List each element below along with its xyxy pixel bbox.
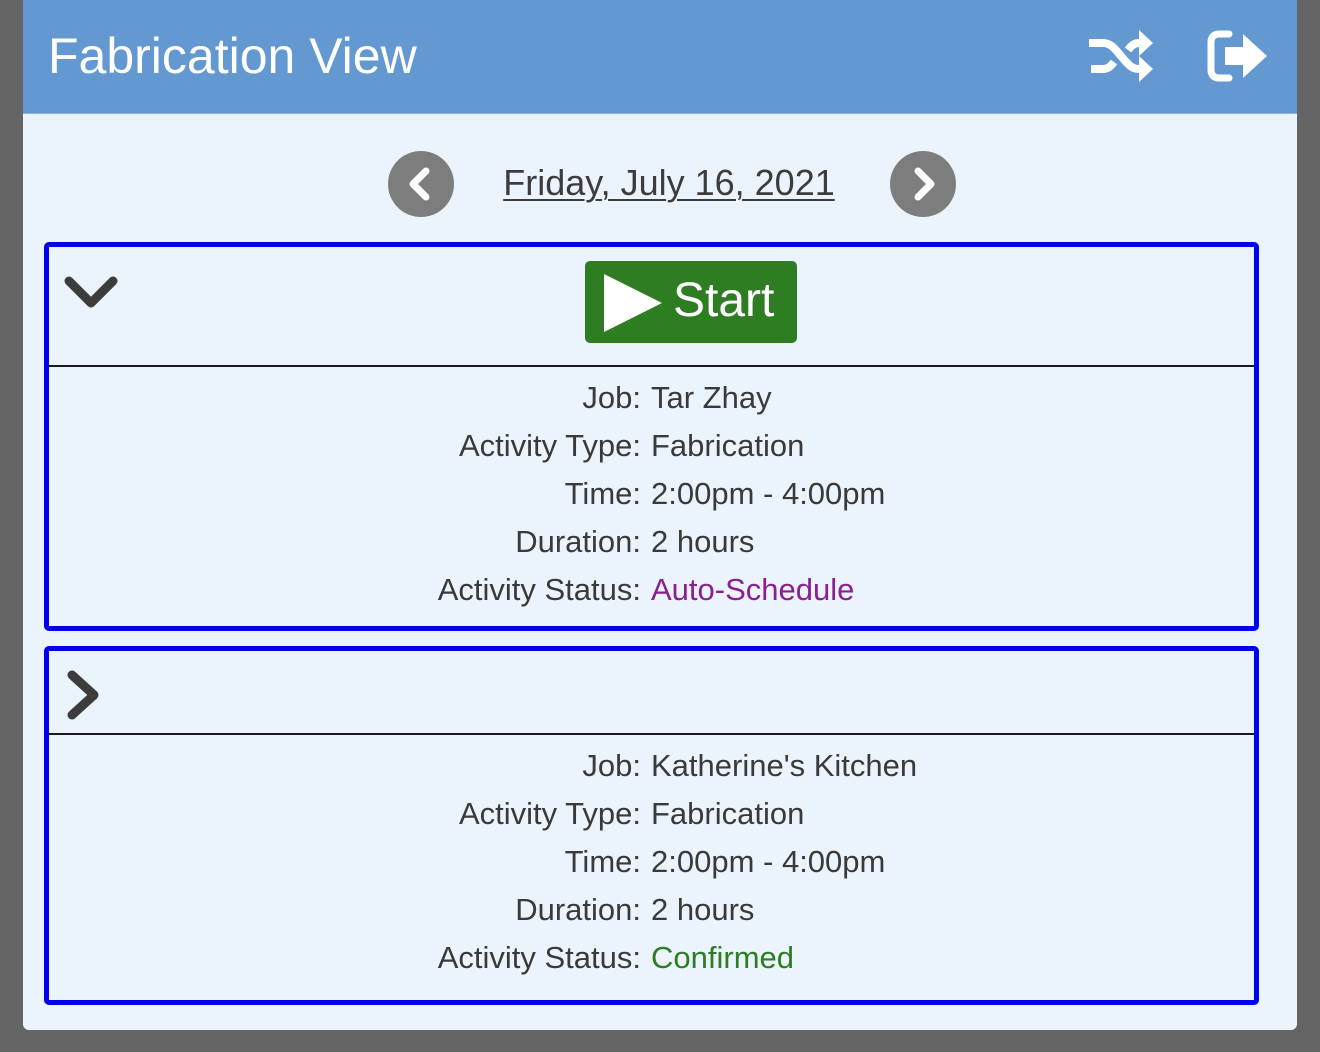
duration-value: 2 hours [651, 892, 755, 927]
start-button-label: Start [673, 274, 775, 327]
detail-row-activity-status: Activity Status: Auto-Schedule [49, 570, 1254, 618]
fabrication-app: Fabrication View Friday, July 16, 2021 S… [23, 0, 1297, 1030]
detail-row-job: Job: Katherine's Kitchen [49, 746, 1254, 794]
activity-details: Job: Tar Zhay Activity Type: Fabrication… [49, 367, 1254, 618]
logout-icon[interactable] [1207, 28, 1271, 84]
collapse-toggle[interactable] [63, 273, 119, 313]
activity-status-value: Confirmed [651, 940, 794, 975]
job-value: Katherine's Kitchen [651, 748, 918, 783]
page-title: Fabrication View [48, 28, 417, 84]
start-button[interactable]: Start [585, 261, 797, 343]
duration-value: 2 hours [651, 524, 755, 559]
chevron-left-icon [409, 167, 430, 201]
time-value: 2:00pm - 4:00pm [651, 476, 886, 511]
detail-row-time: Time: 2:00pm - 4:00pm [49, 842, 1254, 890]
job-label: Job: [582, 748, 641, 783]
time-value: 2:00pm - 4:00pm [651, 844, 886, 879]
chevron-right-icon [67, 670, 99, 720]
activity-status-label: Activity Status: [437, 940, 641, 975]
play-icon [602, 272, 664, 334]
time-label: Time: [564, 844, 641, 879]
detail-row-duration: Duration: 2 hours [49, 890, 1254, 938]
duration-label: Duration: [515, 524, 641, 559]
detail-row-duration: Duration: 2 hours [49, 522, 1254, 570]
activity-details: Job: Katherine's Kitchen Activity Type: … [49, 735, 1254, 986]
activity-type-value: Fabrication [651, 428, 805, 463]
activity-type-label: Activity Type: [458, 428, 641, 463]
app-header: Fabrication View [23, 0, 1297, 114]
previous-day-button[interactable] [388, 151, 454, 217]
detail-row-activity-type: Activity Type: Fabrication [49, 426, 1254, 474]
activity-status-label: Activity Status: [437, 572, 641, 607]
expand-toggle[interactable] [63, 669, 103, 721]
activity-card: Job: Katherine's Kitchen Activity Type: … [44, 646, 1259, 1005]
detail-row-job: Job: Tar Zhay [49, 378, 1254, 426]
detail-row-time: Time: 2:00pm - 4:00pm [49, 474, 1254, 522]
chevron-right-icon [914, 167, 935, 201]
activity-card: Start Job: Tar Zhay Activity Type: Fabri… [44, 242, 1259, 631]
shuffle-icon[interactable] [1089, 28, 1153, 84]
current-date-link[interactable]: Friday, July 16, 2021 [463, 160, 875, 206]
activity-card-header [49, 651, 1254, 735]
date-navigator: Friday, July 16, 2021 [23, 150, 1297, 218]
chevron-down-icon [64, 276, 118, 308]
time-label: Time: [564, 476, 641, 511]
detail-row-activity-type: Activity Type: Fabrication [49, 794, 1254, 842]
next-day-button[interactable] [890, 151, 956, 217]
activity-status-value: Auto-Schedule [651, 572, 855, 607]
job-value: Tar Zhay [651, 380, 772, 415]
activity-card-header: Start [49, 247, 1254, 367]
job-label: Job: [582, 380, 641, 415]
activity-type-value: Fabrication [651, 796, 805, 831]
detail-row-activity-status: Activity Status: Confirmed [49, 938, 1254, 986]
activity-type-label: Activity Type: [458, 796, 641, 831]
duration-label: Duration: [515, 892, 641, 927]
